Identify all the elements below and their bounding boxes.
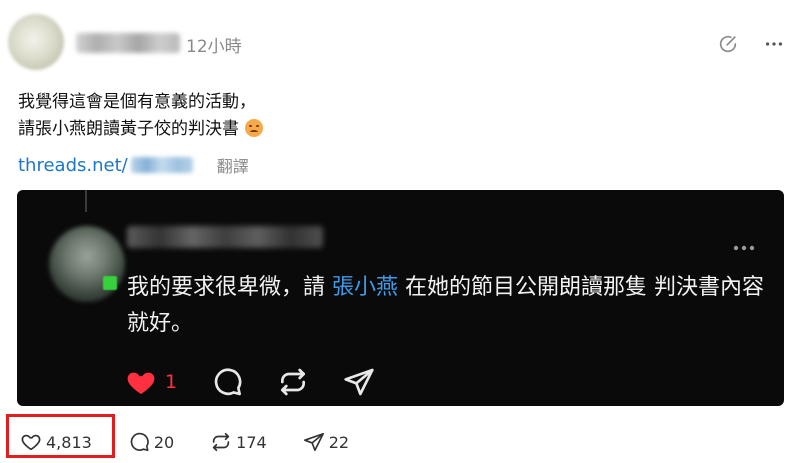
embed-mention: 張小燕 — [332, 275, 399, 300]
link-row: threads.net/ 翻譯 — [18, 153, 249, 177]
repost-count: 174 — [236, 432, 267, 452]
repost-button[interactable]: 174 — [210, 431, 267, 453]
comment-icon — [214, 368, 242, 396]
translate-button[interactable]: 翻譯 — [217, 153, 249, 177]
sad-face-emoji-icon — [245, 119, 263, 137]
link-path-blurred[interactable] — [130, 157, 193, 173]
post-link[interactable]: threads.net/ — [18, 155, 128, 176]
embed-comment — [211, 366, 243, 398]
post-text-line: 請張小燕朗讀黃子佼的判決書 — [18, 116, 263, 143]
edit-circle-icon — [719, 35, 737, 53]
edit-button[interactable] — [716, 32, 740, 56]
embed-username-blurred — [127, 226, 323, 248]
embed-like: 1 — [125, 366, 177, 398]
share-count: 22 — [328, 432, 350, 452]
like-count-highlight-box — [6, 414, 115, 458]
repost-icon — [213, 432, 230, 452]
more-icon — [733, 245, 755, 251]
reply-count: 20 — [153, 432, 175, 452]
embed-repost — [277, 366, 309, 398]
post-avatar[interactable] — [8, 14, 64, 70]
embed-actions: 1 — [125, 366, 409, 398]
share-icon — [303, 432, 324, 452]
repost-icon — [281, 368, 306, 396]
embed-text: 我的要求很卑微，請 張小燕 在她的節目公開朗讀那隻 判決書內容就好。 — [127, 270, 767, 342]
more-options-button[interactable] — [762, 32, 786, 56]
reply-button[interactable]: 20 — [128, 431, 174, 453]
embed-more-button — [732, 238, 756, 257]
post-text: 我覺得⁣這會是個有意義的活動， 請張小燕朗讀黃子佼的判決書 — [18, 89, 263, 143]
embed-avatar — [49, 226, 125, 302]
share-button[interactable]: 22 — [303, 431, 349, 453]
username-blurred[interactable] — [76, 33, 180, 53]
comment-icon — [130, 432, 149, 452]
heart-icon — [127, 372, 155, 394]
embed-text-before: 我的要求很卑微，請 — [127, 275, 332, 300]
embed-like-count: 1 — [165, 371, 178, 393]
embed-share — [343, 366, 375, 398]
thread-line — [85, 190, 87, 212]
post-text-line: 我覺得⁣這會是個有意義的活動， — [18, 92, 256, 112]
share-icon — [344, 368, 374, 396]
more-icon — [765, 42, 783, 46]
post-timestamp: 12小時 — [186, 37, 242, 57]
embedded-post-screenshot[interactable]: 我的要求很卑微，請 張小燕 在她的節目公開朗讀那隻 判決書內容就好。 1 — [17, 190, 784, 406]
online-indicator — [103, 276, 117, 290]
post-text-line-content: 請張小燕朗讀黃子佼的判決書 — [18, 119, 239, 139]
